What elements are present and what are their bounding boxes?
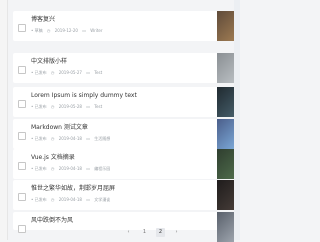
post-status: • 草稿 [31,28,43,33]
post-date: 2019-04-18 [58,166,82,171]
post-thumbnail [217,119,234,149]
post-status: • 已发布 [31,197,47,202]
post-category: Writer [90,28,103,33]
post-category: Test [94,104,103,109]
post-checkbox[interactable] [18,100,26,108]
post-card[interactable]: Vue.js 文档摘录 • 已发布 ◷ 2019-04-18 ▭ 编程乐园 [13,149,234,179]
post-meta: • 已发布 ◷ 2019-04-18 ▭ 编程乐园 [31,166,113,172]
post-card[interactable]: 博客复兴 • 草稿 ◷ 2019-12-20 ▭ Writer [13,11,234,41]
post-checkbox[interactable] [18,225,26,233]
post-meta: • 已发布 ◷ 2019-05-27 ▭ Test [31,70,105,76]
post-thumbnail [217,180,234,210]
prev-page-button[interactable]: ‹ [124,228,133,237]
folder-icon: ▭ [86,104,91,109]
post-checkbox[interactable] [18,132,26,140]
page-2-button[interactable]: 2 [156,227,165,237]
clock-icon: ◷ [50,166,55,171]
folder-icon: ▭ [86,70,91,75]
post-title[interactable]: Vue.js 文档摘录 [31,154,75,162]
post-category: 生活随想 [94,136,111,141]
post-card[interactable]: 中文排版小样 • 已发布 ◷ 2019-05-27 ▭ Test [13,53,234,83]
post-card[interactable]: 惟世之繁华如故，荆邯岁月屈屏 • 已发布 ◷ 2019-04-18 ▭ 文学漫谈 [13,180,234,210]
post-date: 2019-04-18 [58,136,82,141]
post-thumbnail [217,149,234,179]
post-title[interactable]: 惟世之繁华如故，荆邯岁月屈屏 [31,185,115,193]
post-card[interactable]: Markdown 测试文章 • 已发布 ◷ 2019-04-18 ▭ 生活随想 [13,119,234,149]
next-page-button[interactable]: › [172,228,181,237]
post-status: • 已发布 [31,166,47,171]
pagination: ‹ 1 2 › [124,227,181,237]
post-category: Test [94,70,103,75]
post-date: 2019-05-27 [58,70,82,75]
post-card[interactable]: Lorem Ipsum is simply dummy text • 已发布 ◷… [13,87,234,117]
post-category: 编程乐园 [94,166,111,171]
post-meta: • 已发布 ◷ 2019-05-28 ▭ Test [31,104,105,110]
post-title[interactable]: Markdown 测试文章 [31,124,88,132]
post-thumbnail [217,11,234,41]
clock-icon: ◷ [46,28,51,33]
post-checkbox[interactable] [18,193,26,201]
clock-icon: ◷ [50,197,55,202]
post-thumbnail [217,53,234,83]
post-thumbnail [217,87,234,117]
folder-icon: ▭ [86,166,91,171]
post-list: 博客复兴 • 草稿 ◷ 2019-12-20 ▭ Writer 中文排版小样 •… [13,0,234,242]
clock-icon: ◷ [50,104,55,109]
post-title[interactable]: 博客复兴 [31,16,55,24]
post-status: • 已发布 [31,70,47,75]
post-checkbox[interactable] [18,162,26,170]
post-checkbox[interactable] [18,66,26,74]
left-sidebar-edge [0,0,8,240]
post-meta: • 已发布 ◷ 2019-04-18 ▭ 文学漫谈 [31,197,113,203]
post-checkbox[interactable] [18,24,26,32]
post-title[interactable]: 风中跌倒不为风 [31,217,73,225]
post-date: 2019-05-28 [58,104,82,109]
folder-icon: ▭ [82,28,87,33]
clock-icon: ◷ [50,70,55,75]
post-meta: • 已发布 ◷ 2019-04-18 ▭ 生活随想 [31,136,113,142]
post-category: 文学漫谈 [94,197,111,202]
post-date: 2019-04-18 [58,197,82,202]
post-title[interactable]: Lorem Ipsum is simply dummy text [31,92,137,100]
post-thumbnail [217,212,234,242]
page-1-button[interactable]: 1 [140,228,149,237]
post-meta: • 草稿 ◷ 2019-12-20 ▭ Writer [31,28,106,34]
post-date: 2019-12-20 [54,28,78,33]
post-title[interactable]: 中文排版小样 [31,58,67,66]
clock-icon: ◷ [50,136,55,141]
post-status: • 已发布 [31,136,47,141]
folder-icon: ▭ [86,136,91,141]
right-edge-panel [234,0,240,240]
folder-icon: ▭ [86,197,91,202]
post-status: • 已发布 [31,104,47,109]
